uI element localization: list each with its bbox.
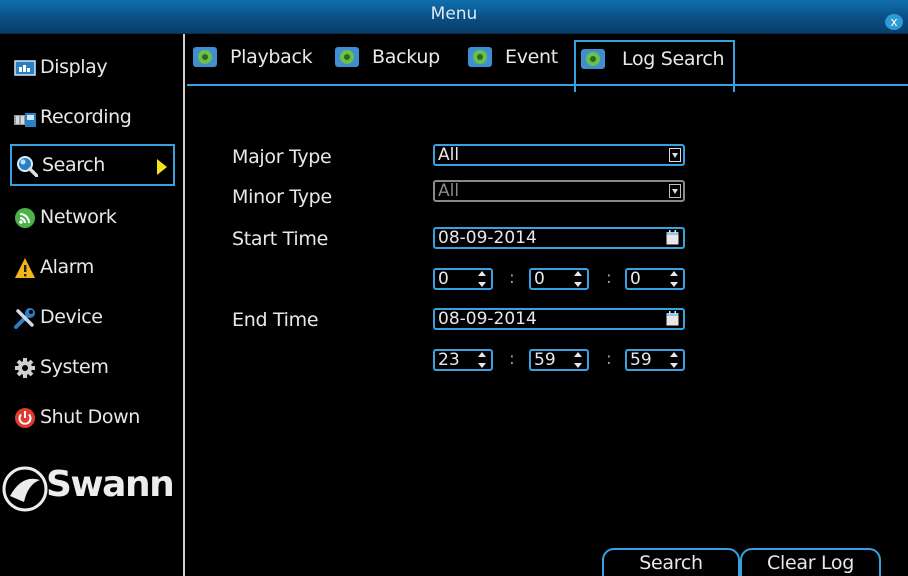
time-separator: : (606, 268, 612, 288)
window-title: Menu (430, 4, 478, 24)
major-type-value: All (438, 145, 460, 165)
calendar-icon[interactable] (666, 230, 679, 245)
event-tab-icon (468, 47, 492, 67)
start-time-label: Start Time (232, 228, 328, 250)
network-icon (15, 208, 35, 228)
end-minute-stepper[interactable]: 59 (529, 349, 589, 371)
start-date-field[interactable]: 08-09-2014 (433, 227, 685, 249)
stepper-icon[interactable] (573, 270, 583, 288)
sidebar-item-alarm[interactable]: Alarm (10, 248, 175, 290)
tab-label: Playback (230, 46, 313, 68)
sidebar-item-system[interactable]: System (10, 348, 175, 390)
search-icon (17, 156, 38, 177)
stepper-icon[interactable] (477, 351, 487, 369)
end-hour-stepper[interactable]: 23 (433, 349, 493, 371)
swann-logo-icon (2, 466, 48, 512)
minor-type-value: All (438, 181, 460, 201)
stepper-icon[interactable] (477, 270, 487, 288)
chevron-down-icon (669, 184, 681, 198)
time-separator: : (509, 268, 515, 288)
start-hour-value: 0 (438, 269, 449, 289)
tab-playback[interactable]: Playback (190, 34, 328, 82)
sidebar-item-recording[interactable]: Recording (10, 98, 175, 140)
tab-underline (187, 84, 908, 86)
active-arrow-icon (157, 159, 167, 175)
swann-logo-text: Swann (46, 464, 175, 505)
start-second-stepper[interactable]: 0 (625, 268, 685, 290)
log-search-tab-icon (581, 49, 605, 69)
end-date-field[interactable]: 08-09-2014 (433, 308, 685, 330)
minor-type-label: Minor Type (232, 186, 332, 208)
time-separator: : (509, 349, 515, 369)
sidebar: Display Recording Search Network Alarm D… (0, 34, 185, 576)
sidebar-item-network[interactable]: Network (10, 198, 175, 240)
stepper-icon[interactable] (669, 351, 679, 369)
major-type-label: Major Type (232, 146, 332, 168)
tab-event[interactable]: Event (465, 34, 573, 82)
sidebar-item-label: Network (40, 206, 117, 228)
end-date-value: 08-09-2014 (438, 309, 537, 329)
clear-log-button[interactable]: Clear Log (740, 548, 881, 576)
sidebar-item-device[interactable]: Device (10, 298, 175, 340)
start-second-value: 0 (630, 269, 641, 289)
tab-label: Event (505, 46, 558, 68)
sidebar-item-label: System (40, 356, 109, 378)
tab-label: Log Search (622, 48, 725, 70)
backup-tab-icon (335, 47, 359, 67)
start-date-value: 08-09-2014 (438, 228, 537, 248)
stepper-icon[interactable] (669, 270, 679, 288)
playback-tab-icon (193, 47, 217, 67)
title-bar: Menu x (0, 0, 908, 34)
search-button[interactable]: Search (602, 548, 740, 576)
tab-label: Backup (372, 46, 440, 68)
tab-backup[interactable]: Backup (332, 34, 457, 82)
tab-bar: Playback Backup Event Log Search (187, 34, 908, 92)
start-minute-stepper[interactable]: 0 (529, 268, 589, 290)
sidebar-item-label: Device (40, 306, 103, 328)
sidebar-item-display[interactable]: Display (10, 48, 175, 90)
end-hour-value: 23 (438, 350, 460, 370)
stepper-icon[interactable] (573, 351, 583, 369)
sidebar-item-label: Search (42, 154, 105, 176)
major-type-select[interactable]: All (433, 144, 685, 166)
chevron-down-icon (669, 148, 681, 162)
close-button[interactable]: x (885, 14, 903, 30)
recording-icon (14, 113, 36, 127)
sidebar-item-label: Recording (40, 106, 132, 128)
sidebar-item-shutdown[interactable]: Shut Down (10, 398, 175, 440)
minor-type-select[interactable]: All (433, 180, 685, 202)
power-icon (15, 408, 35, 428)
end-time-label: End Time (232, 309, 319, 331)
time-separator: : (606, 349, 612, 369)
alarm-icon (15, 258, 35, 278)
end-second-stepper[interactable]: 59 (625, 349, 685, 371)
gear-icon (15, 358, 35, 378)
swann-logo: Swann (0, 464, 180, 516)
end-second-value: 59 (630, 350, 652, 370)
display-icon (14, 60, 36, 76)
sidebar-item-label: Display (40, 56, 108, 78)
sidebar-item-label: Alarm (40, 256, 94, 278)
sidebar-item-search[interactable]: Search (10, 144, 175, 186)
end-minute-value: 59 (534, 350, 556, 370)
sidebar-item-label: Shut Down (40, 406, 140, 428)
device-icon (14, 308, 35, 329)
start-hour-stepper[interactable]: 0 (433, 268, 493, 290)
calendar-icon[interactable] (666, 311, 679, 326)
start-minute-value: 0 (534, 269, 545, 289)
